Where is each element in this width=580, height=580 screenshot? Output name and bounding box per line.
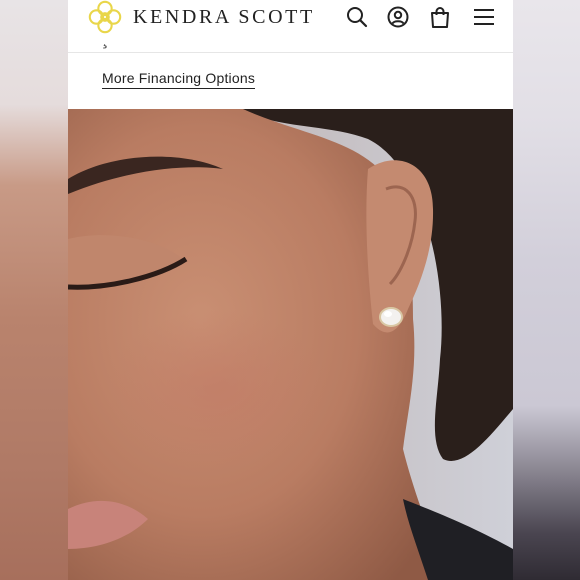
mobile-page: KENDRA SCOTT ¸ More Financing Options (68, 0, 513, 580)
more-financing-options-link[interactable]: More Financing Options (102, 70, 256, 89)
account-icon[interactable] (386, 5, 410, 29)
site-header: KENDRA SCOTT (68, 0, 513, 53)
menu-icon[interactable] (472, 5, 496, 29)
brand-wordmark[interactable]: KENDRA SCOTT (133, 6, 315, 29)
product-image (68, 109, 513, 580)
cut-off-text: ¸ (102, 27, 110, 49)
shopping-bag-icon[interactable] (428, 5, 452, 29)
search-icon[interactable] (345, 5, 369, 29)
blurred-backdrop-right (513, 0, 580, 580)
blurred-backdrop-left (0, 0, 68, 580)
